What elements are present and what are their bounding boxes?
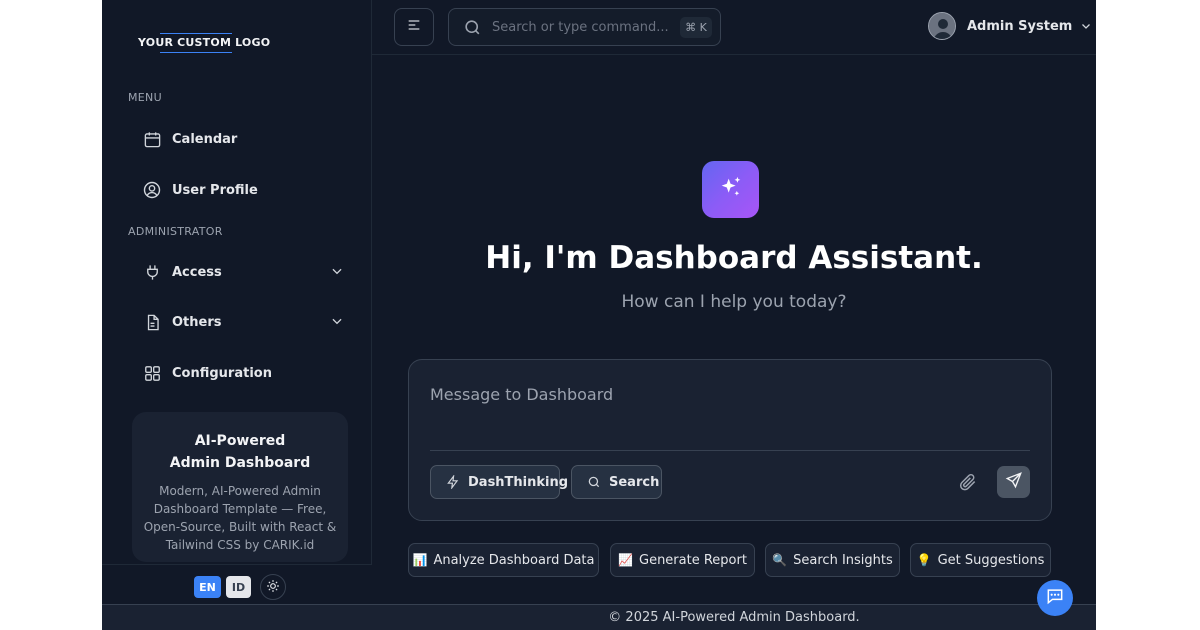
search-shortcut-badge: ⌘ K [680, 17, 712, 38]
suggestion-label: Search Insights [793, 552, 893, 568]
sidebar-item-calendar[interactable]: Calendar [130, 121, 350, 157]
administrator-section-label: ADMINISTRATOR [128, 225, 223, 238]
paperclip-icon[interactable] [958, 472, 978, 496]
language-bar: EN ID [102, 564, 372, 604]
search-icon [463, 18, 482, 37]
send-button[interactable] [997, 466, 1030, 498]
message-input[interactable] [430, 385, 1010, 404]
search-icon [587, 475, 601, 489]
message-composer: DashThinking Search [408, 359, 1052, 521]
theme-toggle-button[interactable] [260, 574, 286, 600]
document-icon [140, 310, 164, 334]
plug-icon [140, 260, 164, 284]
sidebar-item-user-profile[interactable]: User Profile [130, 172, 350, 208]
user-circle-icon [140, 178, 164, 202]
chevron-down-icon[interactable] [330, 264, 344, 282]
search-mode-button[interactable]: Search [571, 465, 662, 499]
sparkles-icon [717, 174, 745, 206]
search-input[interactable]: Search or type command... [492, 20, 669, 35]
composer-divider [430, 450, 1030, 451]
trend-chart-icon: 📈 [618, 553, 633, 567]
sidebar-item-configuration[interactable]: Configuration [130, 355, 350, 391]
language-id-button[interactable]: ID [226, 576, 251, 598]
promo-card: AI-Powered Admin Dashboard Modern, AI-Po… [132, 412, 348, 562]
assistant-greeting: Hi, I'm Dashboard Assistant. [485, 240, 983, 276]
sun-icon [266, 578, 280, 597]
user-menu[interactable]: Admin System [928, 12, 1092, 40]
page-footer: © 2025 AI-Powered Admin Dashboard. [102, 604, 1096, 630]
sidebar-item-label: Others [172, 314, 222, 330]
promo-description: Modern, AI-Powered Admin Dashboard Templ… [143, 484, 337, 552]
suggestion-label: Get Suggestions [937, 552, 1045, 568]
suggestion-analyze-button[interactable]: 📊 Analyze Dashboard Data [408, 543, 599, 577]
sidebar-item-label: Calendar [172, 131, 238, 147]
brand-logo[interactable]: YOUR CUSTOM LOGO [138, 33, 270, 53]
avatar [928, 12, 956, 40]
chevron-down-icon[interactable] [330, 314, 344, 332]
user-name: Admin System [967, 18, 1073, 34]
sidebar-item-label: User Profile [172, 182, 258, 198]
calendar-icon [140, 127, 164, 151]
chevron-down-icon [1080, 20, 1092, 32]
suggestion-label: Analyze Dashboard Data [433, 552, 595, 568]
assistant-subtitle: How can I help you today? [621, 292, 847, 312]
grid-icon [140, 361, 164, 385]
menu-icon [406, 17, 422, 37]
magnifier-icon: 🔍 [772, 553, 788, 567]
dashthinking-button[interactable]: DashThinking [430, 465, 568, 499]
send-icon [1005, 471, 1023, 493]
search-mode-label: Search [609, 474, 660, 490]
promo-title-line1: AI-Powered [194, 433, 286, 449]
sidebar: YOUR CUSTOM LOGO MENU Calendar User Prof… [102, 0, 372, 604]
sidebar-item-others[interactable]: Others [130, 304, 350, 340]
suggestion-report-button[interactable]: 📈 Generate Report [610, 543, 755, 577]
lightbulb-icon: 💡 [916, 553, 932, 567]
menu-toggle-button[interactable] [394, 8, 434, 46]
sidebar-item-label: Access [172, 264, 222, 280]
chart-icon: 📊 [412, 553, 428, 567]
top-header: Search or type command... ⌘ K Admin Syst… [372, 0, 1096, 55]
suggestion-insights-button[interactable]: 🔍 Search Insights [765, 543, 900, 577]
assistant-logo [702, 161, 759, 218]
chat-bubble-icon [1045, 586, 1065, 610]
language-en-button[interactable]: EN [194, 576, 221, 598]
dashthinking-label: DashThinking [468, 474, 569, 490]
search-box[interactable]: Search or type command... ⌘ K [448, 8, 721, 46]
suggestion-label: Generate Report [639, 552, 747, 568]
promo-title-line2: Admin Dashboard [169, 455, 311, 471]
lightning-icon [446, 475, 460, 489]
footer-copyright: © 2025 AI-Powered Admin Dashboard. [608, 610, 860, 625]
sidebar-item-label: Configuration [172, 365, 272, 381]
suggestion-suggestions-button[interactable]: 💡 Get Suggestions [910, 543, 1051, 577]
menu-section-label: MENU [128, 91, 162, 104]
chat-launcher-button[interactable] [1037, 580, 1073, 616]
app-frame: YOUR CUSTOM LOGO MENU Calendar User Prof… [102, 0, 1096, 630]
sidebar-item-access[interactable]: Access [130, 254, 350, 290]
